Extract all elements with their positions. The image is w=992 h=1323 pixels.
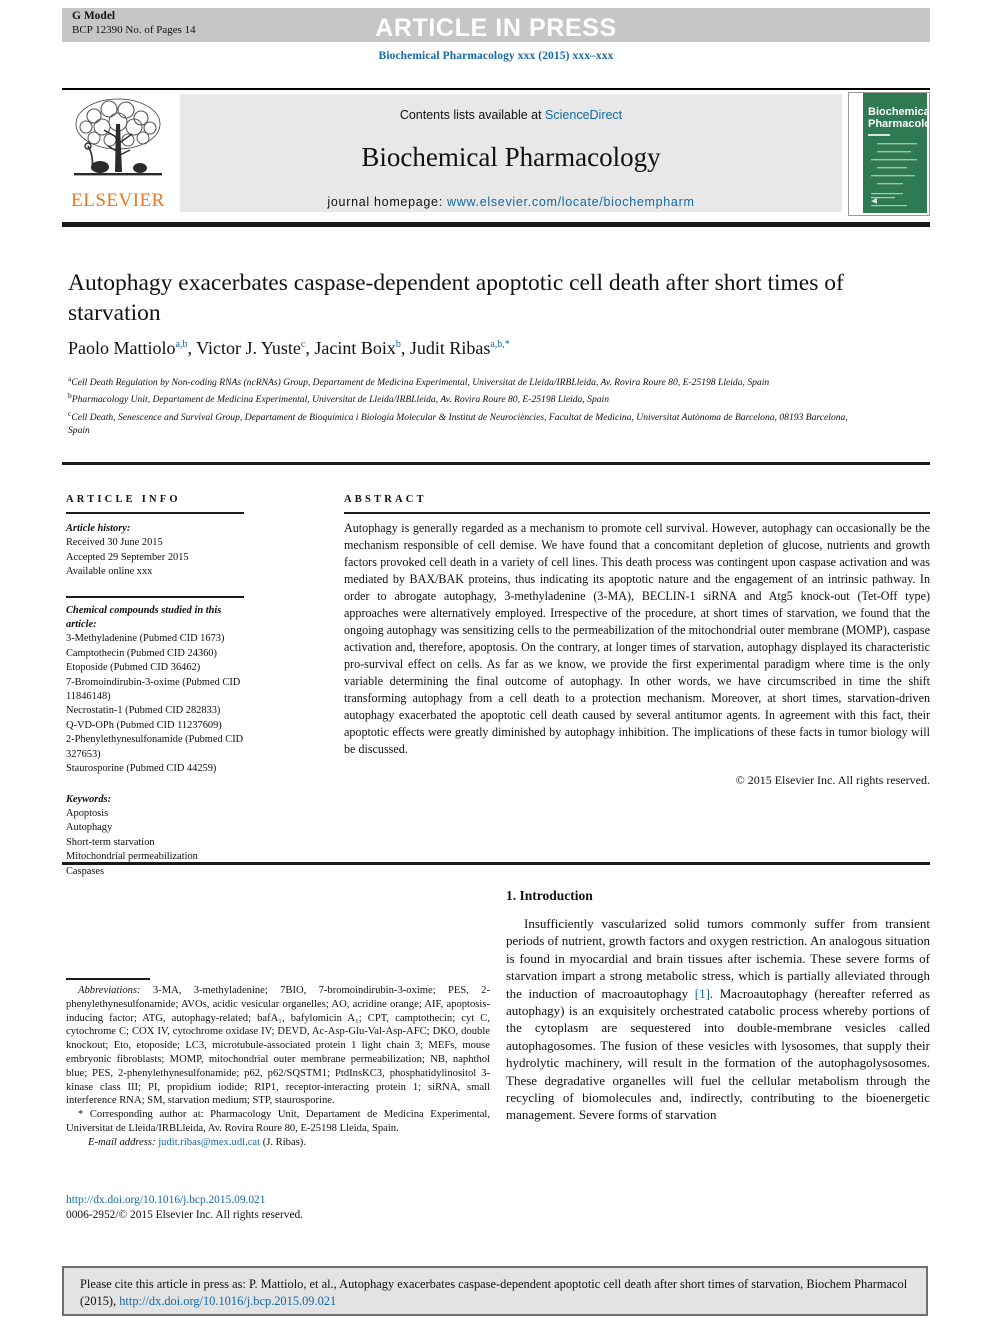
masthead-top-rule	[62, 88, 930, 90]
affiliation-text: Cell Death Regulation by Non-coding RNAs…	[71, 377, 770, 389]
corresponding-author-footnote: * Corresponding author at: Pharmacology …	[66, 1108, 490, 1136]
article-history-label: Article history:	[66, 523, 131, 534]
journal-cover-thumbnail: Biochemical Pharmacology	[848, 92, 930, 216]
sciencedirect-link[interactable]: ScienceDirect	[545, 108, 622, 122]
reference-citation-link[interactable]: [1]	[695, 986, 710, 1001]
abbreviations-label: Abbreviations:	[78, 985, 141, 996]
introduction-paragraph: Insufficiently vascularized solid tumors…	[506, 915, 930, 1124]
cite-doi-link[interactable]: http://dx.doi.org/10.1016/j.bcp.2015.09.…	[119, 1294, 336, 1308]
svg-text:Biochemical: Biochemical	[868, 106, 927, 118]
author-name: Judit Ribas	[409, 338, 491, 358]
author-name: Victor J. Yuste	[196, 338, 301, 358]
author-name: Jacint Boix	[314, 338, 396, 358]
affiliation-text: Pharmacology Unit, Departament de Medici…	[71, 394, 609, 406]
keyword-item: Caspases	[66, 865, 105, 877]
issn-copyright-line: 0006-2952/© 2015 Elsevier Inc. All right…	[66, 1209, 304, 1221]
svg-text:Pharmacology: Pharmacology	[868, 118, 927, 130]
cite-this-article-text: Please cite this article in press as: P.…	[80, 1276, 916, 1310]
g-model-block: G Model BCP 12390 No. of Pages 14	[72, 10, 196, 37]
article-info-heading: ARTICLE INFO	[66, 494, 181, 505]
contents-list-line: Contents lists available at ScienceDirec…	[180, 108, 842, 122]
author-affil-marks: a,b,*	[490, 339, 510, 350]
compounds-separator-rule	[66, 595, 244, 598]
journal-homepage-line: journal homepage: www.elsevier.com/locat…	[180, 195, 842, 209]
author-list: Paolo Mattioloa,b, Victor J. Yustec, Jac…	[68, 338, 510, 358]
compound-item: Staurosporine (Pubmed CID 44259)	[66, 763, 217, 775]
abstract-band-bottom-rule	[62, 862, 930, 865]
introduction-text-part-2: . Macroautophagy (hereafter referred as …	[506, 985, 931, 1123]
article-history-item: Received 30 June 2015	[66, 537, 163, 549]
keyword-item: Apoptosis	[66, 807, 109, 819]
masthead-center-panel: Contents lists available at ScienceDirec…	[180, 94, 842, 212]
author-affil-marks: b	[395, 339, 401, 350]
compound-item: 2-Phenylethynesulfonamide (Pubmed CID 32…	[66, 734, 244, 760]
compounds-label: Chemical compounds studied in this artic…	[66, 604, 222, 631]
email-suffix: (J. Ribas).	[260, 1136, 306, 1148]
homepage-prefix: journal homepage:	[327, 195, 448, 209]
elsevier-wordmark: ELSEVIER	[71, 190, 165, 211]
article-info-underline	[66, 512, 244, 514]
abbreviations-text: 3-MA, 3-methyladenine; 7BIO, 7-bromoindi…	[66, 985, 490, 1107]
journal-cover-image: Biochemical Pharmacology	[849, 93, 929, 213]
compound-item: Camptothecin (Pubmed CID 24360)	[66, 647, 217, 659]
page-title: Autophagy exacerbates caspase-dependent …	[68, 270, 844, 326]
compound-item: 3-Methyladenine (Pubmed CID 1673)	[66, 633, 225, 645]
compound-item: Q-VD-OPh (Pubmed CID 11237609)	[66, 719, 222, 731]
journal-reference-line: Biochemical Pharmacology xxx (2015) xxx–…	[378, 50, 614, 62]
author-affil-marks: a,b	[175, 339, 188, 350]
journal-title: Biochemical Pharmacology	[361, 142, 661, 172]
affiliation-item: bPharmacology Unit, Departament de Medic…	[68, 389, 868, 406]
g-model-label: G Model	[72, 10, 116, 22]
author-affil-marks: c	[300, 339, 306, 350]
affiliation-list: aCell Death Regulation by Non-coding RNA…	[68, 372, 868, 437]
article-id-label: BCP 12390 No. of Pages 14	[72, 23, 196, 36]
abstract-band-top-rule	[62, 462, 930, 465]
elsevier-tree-icon	[74, 98, 162, 176]
abstract-column: Autophagy is generally regarded as a mec…	[344, 520, 930, 789]
masthead: ELSEVIER Contents lists available at Sci…	[62, 92, 930, 216]
keyword-item: Autophagy	[66, 822, 113, 834]
affiliation-text: Cell Death, Senescence and Survival Grou…	[68, 411, 848, 437]
author-email-link[interactable]: judit.ribas@mex.udl.cat	[158, 1137, 260, 1148]
doi-block: http://dx.doi.org/10.1016/j.bcp.2015.09.…	[66, 1193, 496, 1223]
journal-homepage-url[interactable]: www.elsevier.com/locate/biochempharm	[447, 195, 695, 209]
keywords-label: Keywords:	[66, 793, 112, 805]
keywords-block: Keywords: Apoptosis Autophagy Short-term…	[66, 793, 244, 879]
article-history-block: Article history: Received 30 June 2015 A…	[66, 522, 244, 580]
email-label: E-mail address:	[88, 1136, 156, 1148]
email-footnote: E-mail address: judit.ribas@mex.udl.cat …	[66, 1136, 490, 1150]
author-name: Paolo Mattiolo	[68, 338, 176, 358]
abstract-copyright: © 2015 Elsevier Inc. All rights reserved…	[735, 773, 930, 787]
masthead-bottom-rule	[62, 222, 930, 227]
article-history-item: Available online xxx	[66, 566, 153, 578]
abstract-heading: ABSTRACT	[344, 494, 427, 505]
compound-item: Etoposide (Pubmed CID 36462)	[66, 662, 201, 674]
compound-item: Necrostatin-1 (Pubmed CID 282833)	[66, 705, 221, 717]
affiliation-item: aCell Death Regulation by Non-coding RNA…	[68, 372, 868, 389]
footnotes-block: Abbreviations: 3-MA, 3-methyladenine; 7B…	[66, 984, 490, 1150]
keyword-item: Short-term starvation	[66, 836, 155, 848]
footnote-separator-rule	[66, 978, 150, 980]
chemical-compounds-block: Chemical compounds studied in this artic…	[66, 604, 244, 777]
abbreviations-footnote: Abbreviations: 3-MA, 3-methyladenine; 7B…	[66, 984, 490, 1108]
article-info-column: Article history: Received 30 June 2015 A…	[66, 522, 244, 879]
doi-link[interactable]: http://dx.doi.org/10.1016/j.bcp.2015.09.…	[66, 1193, 496, 1208]
introduction-heading: 1. Introduction	[506, 888, 593, 903]
abstract-body: Autophagy is generally regarded as a mec…	[344, 521, 930, 756]
corresponding-author-text: Corresponding author at: Pharmacology Un…	[66, 1109, 490, 1134]
compound-item: 7-Bromoindirubin-3-oxime (Pubmed CID 118…	[66, 676, 241, 703]
contents-prefix: Contents lists available at	[399, 108, 546, 122]
elsevier-logo: ELSEVIER	[64, 94, 172, 212]
affiliation-item: cCell Death, Senescence and Survival Gro…	[68, 407, 868, 438]
article-history-item: Accepted 29 September 2015	[66, 551, 189, 563]
abstract-underline	[344, 512, 930, 514]
